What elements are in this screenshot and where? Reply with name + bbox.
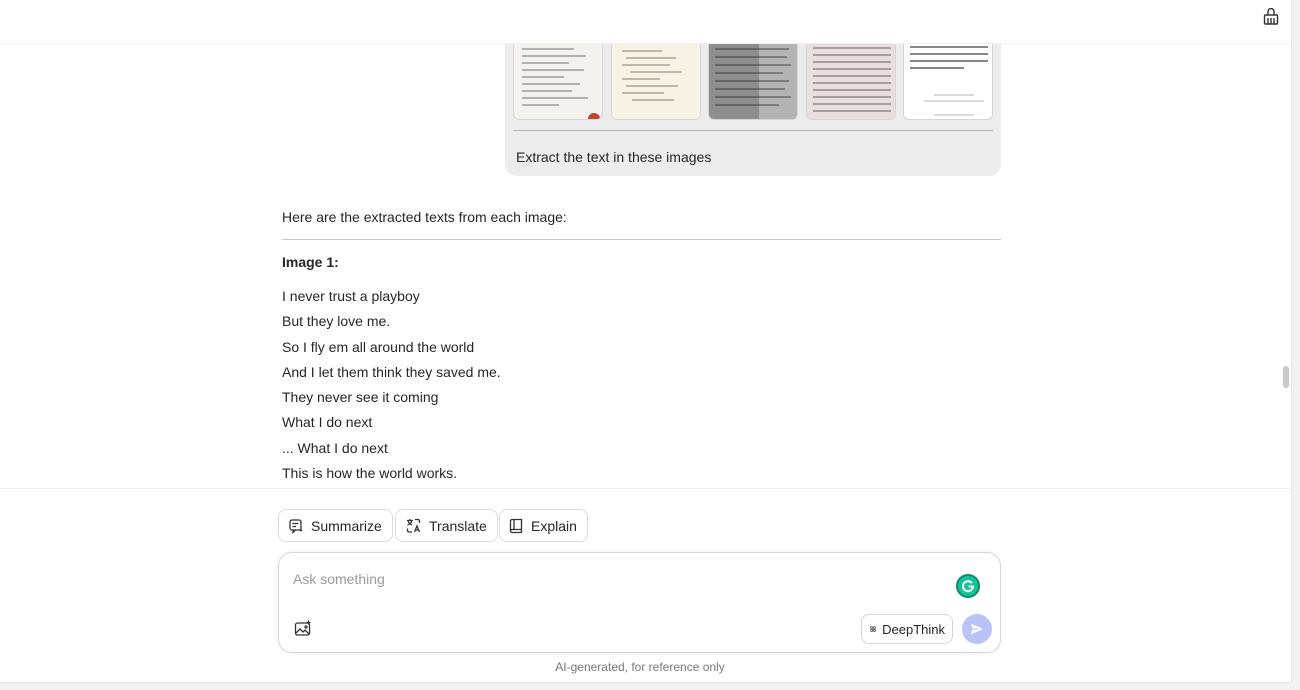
summarize-button[interactable]: Summarize	[278, 509, 393, 542]
translate-button[interactable]: Translate	[395, 509, 498, 542]
response-line: I never trust a playboy	[282, 288, 420, 304]
scroll-fade-edge	[0, 488, 1291, 494]
attach-image-icon[interactable]	[293, 619, 313, 639]
summarize-icon	[289, 518, 303, 534]
bubble-divider	[513, 130, 993, 131]
response-line: ... What I do next	[282, 440, 388, 456]
book-icon	[509, 518, 523, 533]
response-line: And I let them think they saved me.	[282, 364, 501, 380]
response-line: This is how the world works.	[282, 465, 458, 481]
attachment-thumbnail-1[interactable]	[513, 38, 603, 120]
response-line: So I fly em all around the world	[282, 339, 475, 355]
attachment-thumbnail-3[interactable]	[708, 38, 798, 120]
translate-icon	[406, 518, 421, 533]
atom-icon	[870, 626, 876, 632]
send-icon	[971, 623, 983, 635]
clean-history-icon[interactable]	[1261, 7, 1281, 27]
response-intro: Here are the extracted texts from each i…	[282, 209, 567, 225]
summarize-label: Summarize	[311, 517, 382, 534]
top-bar	[0, 0, 1291, 44]
user-message-bubble: Extract the text in these images	[505, 30, 1001, 176]
grammarly-icon[interactable]	[956, 574, 980, 598]
attachment-thumbnail-4[interactable]	[806, 38, 896, 120]
deepthink-label: DeepThink	[882, 621, 945, 637]
scrollbar-thumb[interactable]	[1283, 366, 1289, 388]
translate-label: Translate	[429, 517, 487, 534]
attachment-thumbnail-2[interactable]	[611, 38, 701, 120]
response-line: They never see it coming	[282, 389, 439, 405]
attachment-thumbnail-5[interactable]	[903, 38, 993, 120]
ai-disclaimer: AI-generated, for reference only	[555, 660, 725, 674]
response-heading: Image 1:	[282, 254, 339, 270]
user-prompt-text: Extract the text in these images	[516, 149, 712, 165]
response-line: What I do next	[282, 414, 373, 430]
image-attachments	[513, 38, 993, 120]
deepthink-button[interactable]: DeepThink	[861, 614, 953, 644]
response-divider	[282, 239, 1001, 240]
explain-button[interactable]: Explain	[499, 509, 588, 542]
response-line: But they love me.	[282, 313, 391, 329]
message-composer: DeepThink	[278, 552, 1001, 653]
send-button[interactable]	[962, 614, 992, 644]
explain-label: Explain	[531, 517, 577, 534]
app-window: Extract the text in these images Here ar…	[0, 0, 1292, 683]
message-input[interactable]	[293, 567, 943, 591]
